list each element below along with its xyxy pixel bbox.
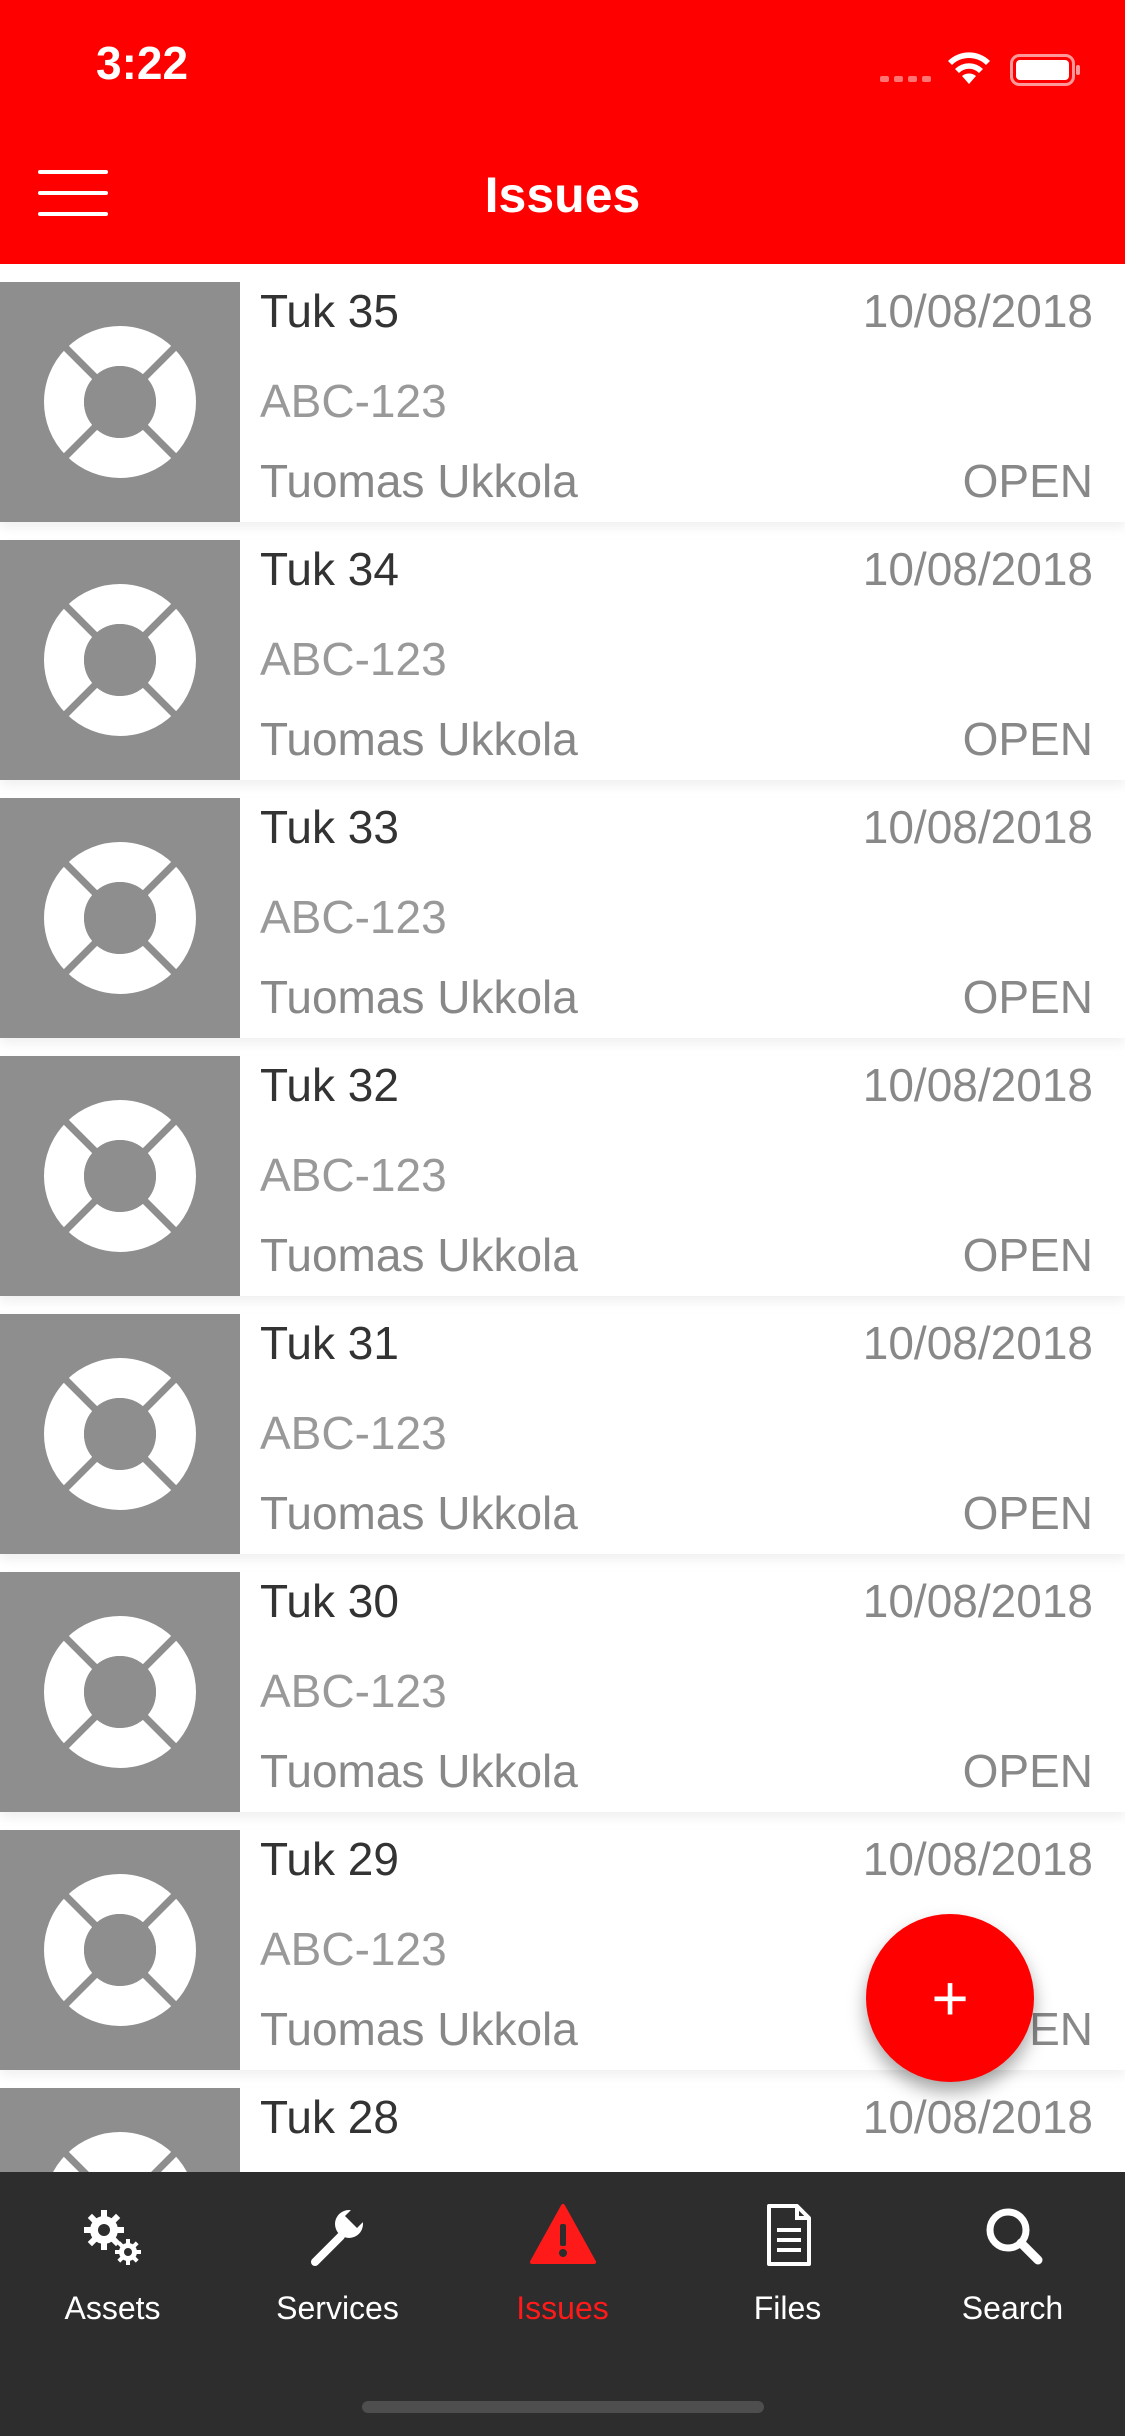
issue-date: 10/08/2018 [862, 1833, 1093, 1885]
status-badge: OPEN [962, 1745, 1093, 1797]
search-icon [986, 2208, 1043, 2265]
issue-thumbnail [0, 1830, 240, 2070]
issue-reporter: Tuomas Ukkola [260, 455, 578, 507]
warning-icon [530, 2204, 596, 2264]
wifi-icon [948, 52, 990, 84]
status-badge: OPEN [962, 1487, 1093, 1539]
tab-services[interactable]: Services [225, 2172, 450, 2372]
issue-date: 10/08/2018 [862, 1059, 1093, 1111]
status-badge: OPEN [962, 713, 1093, 765]
issue-thumbnail [0, 1314, 240, 1554]
issue-title: Tuk 30 [260, 1575, 399, 1627]
lifebuoy-icon [44, 1874, 196, 2026]
issue-reporter: Tuomas Ukkola [260, 1745, 578, 1797]
status-time: 3:22 [96, 37, 189, 89]
lifebuoy-icon [44, 1358, 196, 1510]
tab-assets[interactable]: Assets [0, 2172, 225, 2372]
cellular-signal-icon [880, 76, 931, 82]
list-item[interactable]: Tuk 35 10/08/2018 ABC-123 Tuomas Ukkola OPEN [0, 282, 1125, 522]
list-item[interactable]: Tuk 32 10/08/2018 ABC-123 Tuomas Ukkola OPEN [0, 1056, 1125, 1296]
issue-thumbnail [0, 1056, 240, 1296]
list-item[interactable]: Tuk 31 10/08/2018 ABC-123 Tuomas Ukkola OPEN [0, 1314, 1125, 1554]
add-issue-button[interactable]: + [866, 1914, 1034, 2082]
list-item[interactable]: Tuk 30 10/08/2018 ABC-123 Tuomas Ukkola OPEN [0, 1572, 1125, 1812]
issue-title: Tuk 34 [260, 543, 399, 595]
issue-title: Tuk 28 [260, 2091, 399, 2143]
status-badge: OPEN [962, 455, 1093, 507]
issue-title: Tuk 33 [260, 801, 399, 853]
issue-thumbnail [0, 282, 240, 522]
gears-icon [84, 2210, 141, 2265]
issue-title: Tuk 29 [260, 1833, 399, 1885]
issue-date: 10/08/2018 [862, 543, 1093, 595]
issue-date: 10/08/2018 [862, 1317, 1093, 1369]
lifebuoy-icon [44, 1616, 196, 1768]
file-icon [767, 2204, 811, 2266]
lifebuoy-icon [44, 326, 196, 478]
home-indicator [362, 2401, 764, 2413]
issue-thumbnail [0, 1572, 240, 1812]
lifebuoy-icon [45, 2132, 195, 2172]
issue-thumbnail [0, 798, 240, 1038]
issue-title: Tuk 32 [260, 1059, 399, 1111]
lifebuoy-icon [44, 842, 196, 994]
issue-asset: ABC-123 [260, 1149, 447, 1201]
wrench-icon [311, 2208, 365, 2266]
list-item[interactable]: Tuk 34 10/08/2018 ABC-123 Tuomas Ukkola OPEN [0, 540, 1125, 780]
list-item[interactable]: Tuk 28 10/08/2018 [0, 2088, 1125, 2172]
tab-label: Assets [64, 2290, 161, 2326]
issue-asset: ABC-123 [260, 375, 447, 427]
status-badge: OPEN [962, 1229, 1093, 1281]
status-badge: OPEN [962, 971, 1093, 1023]
issue-reporter: Tuomas Ukkola [260, 2003, 578, 2055]
issue-reporter: Tuomas Ukkola [260, 1229, 578, 1281]
issue-date: 10/08/2018 [862, 1575, 1093, 1627]
page-title: Issues [484, 167, 641, 223]
issue-asset: ABC-123 [260, 1665, 447, 1717]
issue-asset: ABC-123 [260, 1407, 447, 1459]
issue-date: 10/08/2018 [862, 2091, 1093, 2143]
issue-asset: ABC-123 [260, 891, 447, 943]
tab-label: Services [276, 2290, 399, 2326]
lifebuoy-icon [44, 584, 196, 736]
tab-search[interactable]: Search [900, 2172, 1125, 2372]
battery-icon [1010, 54, 1080, 86]
issue-title: Tuk 31 [260, 1317, 399, 1369]
issue-thumbnail [0, 540, 240, 780]
tab-label: Files [753, 2290, 822, 2326]
issue-reporter: Tuomas Ukkola [260, 971, 578, 1023]
app-header: 3:22 Issues [0, 0, 1125, 264]
list-item[interactable]: Tuk 33 10/08/2018 ABC-123 Tuomas Ukkola OPEN [0, 798, 1125, 1038]
tab-issues[interactable]: Issues [450, 2172, 675, 2372]
tab-files[interactable]: Files [675, 2172, 900, 2372]
issue-list[interactable]: Tuk 35 10/08/2018 ABC-123 Tuomas Ukkola OPEN… [0, 282, 1125, 2172]
issue-reporter: Tuomas Ukkola [260, 713, 578, 765]
issue-date: 10/08/2018 [862, 285, 1093, 337]
issue-asset: ABC-123 [260, 633, 447, 685]
tab-label: Search [961, 2290, 1064, 2326]
issue-thumbnail [0, 2088, 240, 2172]
issue-date: 10/08/2018 [862, 801, 1093, 853]
issue-title: Tuk 35 [260, 285, 399, 337]
issue-reporter: Tuomas Ukkola [260, 1487, 578, 1539]
tab-label: Issues [516, 2290, 609, 2326]
issue-asset: ABC-123 [260, 1923, 447, 1975]
tab-bar: Assets Services Issues Files Search [0, 2172, 1125, 2436]
lifebuoy-icon [44, 1100, 196, 1252]
